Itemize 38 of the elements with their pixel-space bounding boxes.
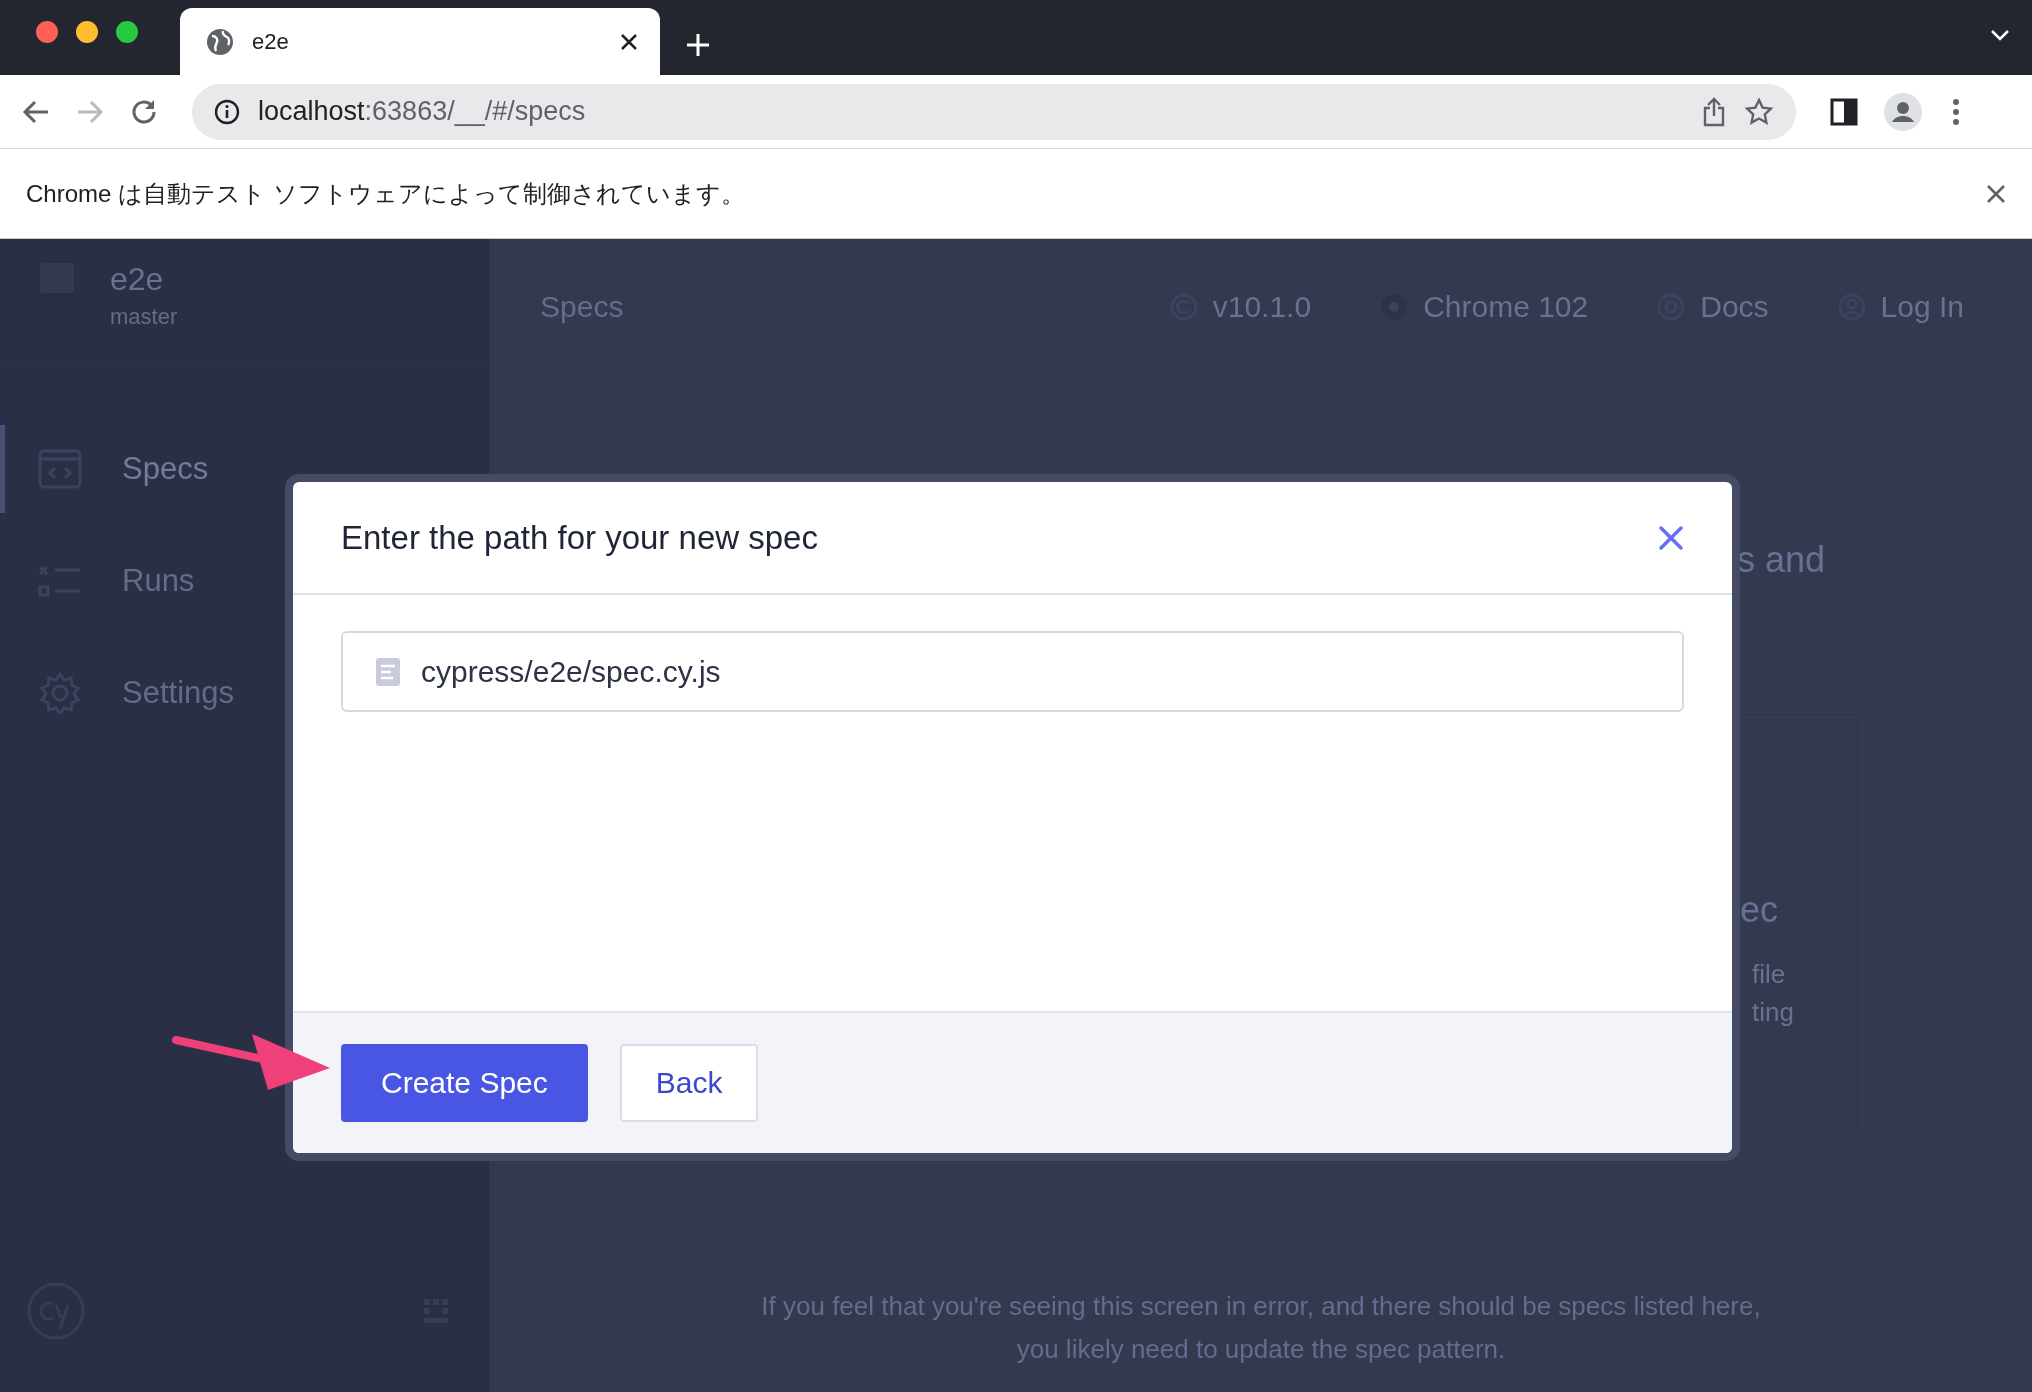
header-link[interactable]: Chrome 102 — [1379, 289, 1589, 324]
automation-notice: Chrome は自動テスト ソフトウェアによって制御されています。 — [26, 178, 745, 209]
zoom-window-button[interactable] — [116, 21, 138, 43]
header-link[interactable]: v10.1.0 — [1168, 289, 1312, 324]
branch-name: master — [110, 304, 178, 330]
help-text: If you feel that you're seeing this screen in error, and there should be specs listed here, — [761, 1291, 1761, 1322]
header-link[interactable]: Log In — [1836, 289, 1964, 324]
spec-path-field[interactable]: cypress/e2e/spec.cy.js — [341, 631, 1684, 712]
address-bar[interactable]: localhost:63863/__/#/specs — [192, 83, 1796, 140]
page-title: Specs — [540, 289, 625, 324]
globe-icon — [206, 27, 234, 56]
url-text: localhost:63863/__/#/specs — [258, 96, 587, 127]
share-icon[interactable] — [1702, 96, 1726, 127]
close-icon[interactable] — [1986, 183, 2006, 204]
profile-avatar-icon[interactable] — [1884, 92, 1922, 131]
browser-tab[interactable]: e2e — [180, 8, 660, 75]
partial-text: ec — [1740, 889, 1779, 931]
document-icon — [375, 656, 401, 687]
partial-text: file — [1752, 959, 1786, 990]
settings-icon — [39, 672, 81, 714]
minimize-window-button[interactable] — [76, 21, 98, 43]
info-icon[interactable] — [214, 98, 240, 125]
help-text: you likely need to update the spec pattern. — [1016, 1334, 1506, 1365]
back-button[interactable]: Back — [619, 1044, 759, 1122]
menu-icon[interactable] — [1952, 97, 1960, 126]
close-icon[interactable] — [620, 32, 638, 51]
chevron-down-icon[interactable] — [1990, 28, 2010, 42]
create-spec-button[interactable]: Create Spec — [341, 1044, 588, 1122]
partial-text: ting — [1752, 997, 1794, 1028]
star-icon[interactable] — [1744, 96, 1774, 127]
project-name: e2e — [110, 261, 165, 298]
back-icon[interactable] — [22, 99, 50, 124]
close-window-button[interactable] — [36, 21, 58, 43]
header-link[interactable]: Docs — [1656, 289, 1769, 324]
list-icon — [38, 564, 82, 598]
new-tab-icon[interactable] — [686, 33, 710, 57]
side-panel-icon[interactable] — [1830, 97, 1858, 126]
code-window-icon — [38, 449, 82, 489]
